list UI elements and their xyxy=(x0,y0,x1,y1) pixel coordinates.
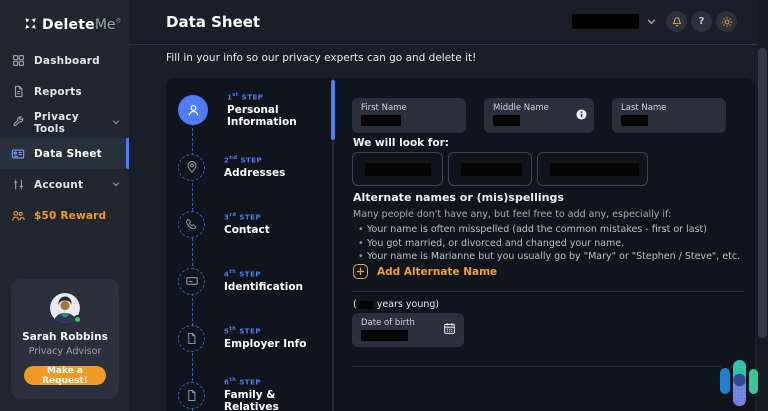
page-scrollbar-thumb[interactable] xyxy=(758,48,767,338)
sidebar-item-data-sheet[interactable]: Data Sheet xyxy=(0,138,129,169)
sidebar-nav: Dashboard Reports Privacy Tools Data S xyxy=(0,45,129,231)
report-file-icon xyxy=(10,84,26,100)
calendar-icon[interactable] xyxy=(443,322,456,335)
sidebar-item-label: $50 Reward xyxy=(34,210,106,222)
age-note: ( years young) xyxy=(353,299,439,310)
topbar: Data Sheet ? xyxy=(129,0,768,45)
sidebar-item-dashboard[interactable]: Dashboard xyxy=(0,45,129,76)
chat-widget-launcher[interactable] xyxy=(712,354,760,406)
look-for-chips-row xyxy=(352,152,648,186)
theme-toggle-button[interactable] xyxy=(716,11,737,32)
person-icon xyxy=(178,95,208,125)
brand-text: DeleteMe® xyxy=(42,14,122,33)
people-icon xyxy=(10,208,26,224)
divider xyxy=(352,291,744,292)
form-scrollbar-thumb[interactable] xyxy=(331,80,335,140)
sidebar-item-account[interactable]: Account xyxy=(0,169,129,200)
user-menu-redacted[interactable] xyxy=(572,14,639,29)
deleteme-pinwheel-icon xyxy=(24,17,37,30)
sidebar-item-label: Reports xyxy=(34,86,82,98)
deleteme-app: DeleteMe® Dashboard Reports Privacy Tool… xyxy=(0,0,768,411)
look-for-chip xyxy=(448,152,532,186)
step-family-relatives[interactable]: 6th STEP Family & Relatives xyxy=(178,379,333,411)
look-for-chip xyxy=(537,152,648,186)
deleteme-logo[interactable]: DeleteMe® xyxy=(24,14,129,33)
document-icon xyxy=(178,325,205,352)
sidebar-item-label: Data Sheet xyxy=(34,148,102,160)
stepper: 1st STEP Personal Information 2nd STEP A… xyxy=(166,78,333,411)
card-icon xyxy=(178,268,205,295)
notifications-button[interactable] xyxy=(666,11,687,32)
last-name-field[interactable]: Last Name xyxy=(612,98,726,133)
first-name-field[interactable]: First Name xyxy=(352,98,466,133)
avatar xyxy=(50,293,80,323)
sidebar: DeleteMe® Dashboard Reports Privacy Tool… xyxy=(0,0,129,411)
name-fields-row: First Name Middle Name Last Name xyxy=(352,98,726,133)
help-button[interactable]: ? xyxy=(691,11,712,32)
chevron-down-icon xyxy=(112,120,120,125)
sidebar-item-label: Privacy Tools xyxy=(34,111,112,135)
help-icon: ? xyxy=(699,16,705,27)
make-a-request-button[interactable]: Make a Request! xyxy=(24,366,106,385)
bullet-item: You got married, or divorced and changed… xyxy=(358,237,740,251)
document-icon xyxy=(178,382,205,409)
personal-information-form: First Name Middle Name Last Name xyxy=(352,78,745,411)
redacted-value xyxy=(621,115,648,126)
chevron-down-icon[interactable] xyxy=(647,19,656,25)
step-identification[interactable]: 4th STEP Identification xyxy=(178,265,303,297)
chat-widget-bars-icon xyxy=(712,354,760,406)
advisor-card: Sarah Robbins Privacy Advisor Make a Req… xyxy=(11,279,119,399)
date-of-birth-field[interactable]: Date of birth xyxy=(352,313,464,347)
advisor-name: Sarah Robbins xyxy=(19,331,111,343)
we-will-look-for-label: We will look for: xyxy=(353,137,449,149)
redacted-value xyxy=(361,330,408,341)
chevron-down-icon xyxy=(112,182,120,187)
step-personal-information[interactable]: 1st STEP Personal Information xyxy=(178,94,333,126)
step-addresses[interactable]: 2nd STEP Addresses xyxy=(178,151,285,183)
redacted-value xyxy=(493,115,520,126)
alternate-names-intro: Many people don't have any, but feel fre… xyxy=(353,209,671,220)
sidebar-item-50-reward[interactable]: $50 Reward xyxy=(0,200,129,231)
page-subtitle: Fill in your info so our privacy experts… xyxy=(166,52,476,64)
look-for-chip xyxy=(352,152,443,186)
sidebar-item-label: Account xyxy=(34,179,83,191)
redacted-value xyxy=(361,115,401,126)
add-alternate-name-button[interactable]: Add Alternate Name xyxy=(353,264,497,279)
page-title: Data Sheet xyxy=(166,13,260,31)
phone-icon xyxy=(178,211,205,238)
alternate-names-title: Alternate names or (mis)spellings xyxy=(353,191,564,204)
plus-icon xyxy=(353,264,368,279)
bell-icon xyxy=(671,16,683,28)
redacted-value xyxy=(550,163,639,176)
wrench-icon xyxy=(10,115,26,131)
sidebar-item-reports[interactable]: Reports xyxy=(0,76,129,107)
middle-name-field[interactable]: Middle Name xyxy=(484,98,594,133)
id-card-icon xyxy=(10,146,26,162)
online-status-dot xyxy=(73,315,82,324)
theme-sun-icon xyxy=(721,16,733,28)
data-sheet-card: 1st STEP Personal Information 2nd STEP A… xyxy=(166,78,755,411)
info-icon[interactable] xyxy=(576,109,587,120)
location-pin-icon xyxy=(178,154,205,181)
step-employer-info[interactable]: 5th STEP Employer Info xyxy=(178,322,306,354)
step-contact[interactable]: 3rd STEP Contact xyxy=(178,208,270,240)
divider xyxy=(352,366,722,367)
sliders-icon xyxy=(10,177,26,193)
bullet-item: Your name is Marianne but you usually go… xyxy=(358,250,740,264)
advisor-role: Privacy Advisor xyxy=(19,346,111,357)
redacted-value xyxy=(358,301,373,309)
bullet-item: Your name is often misspelled (add the c… xyxy=(358,223,740,237)
sidebar-item-label: Dashboard xyxy=(34,55,100,67)
alternate-names-bullets: Your name is often misspelled (add the c… xyxy=(358,223,740,264)
redacted-value xyxy=(461,163,522,176)
redacted-value xyxy=(365,163,431,176)
sidebar-item-privacy-tools[interactable]: Privacy Tools xyxy=(0,107,129,138)
dashboard-grid-icon xyxy=(10,53,26,69)
main-area: Data Sheet ? Fill in your xyxy=(129,0,768,411)
topbar-actions: ? xyxy=(572,11,737,32)
